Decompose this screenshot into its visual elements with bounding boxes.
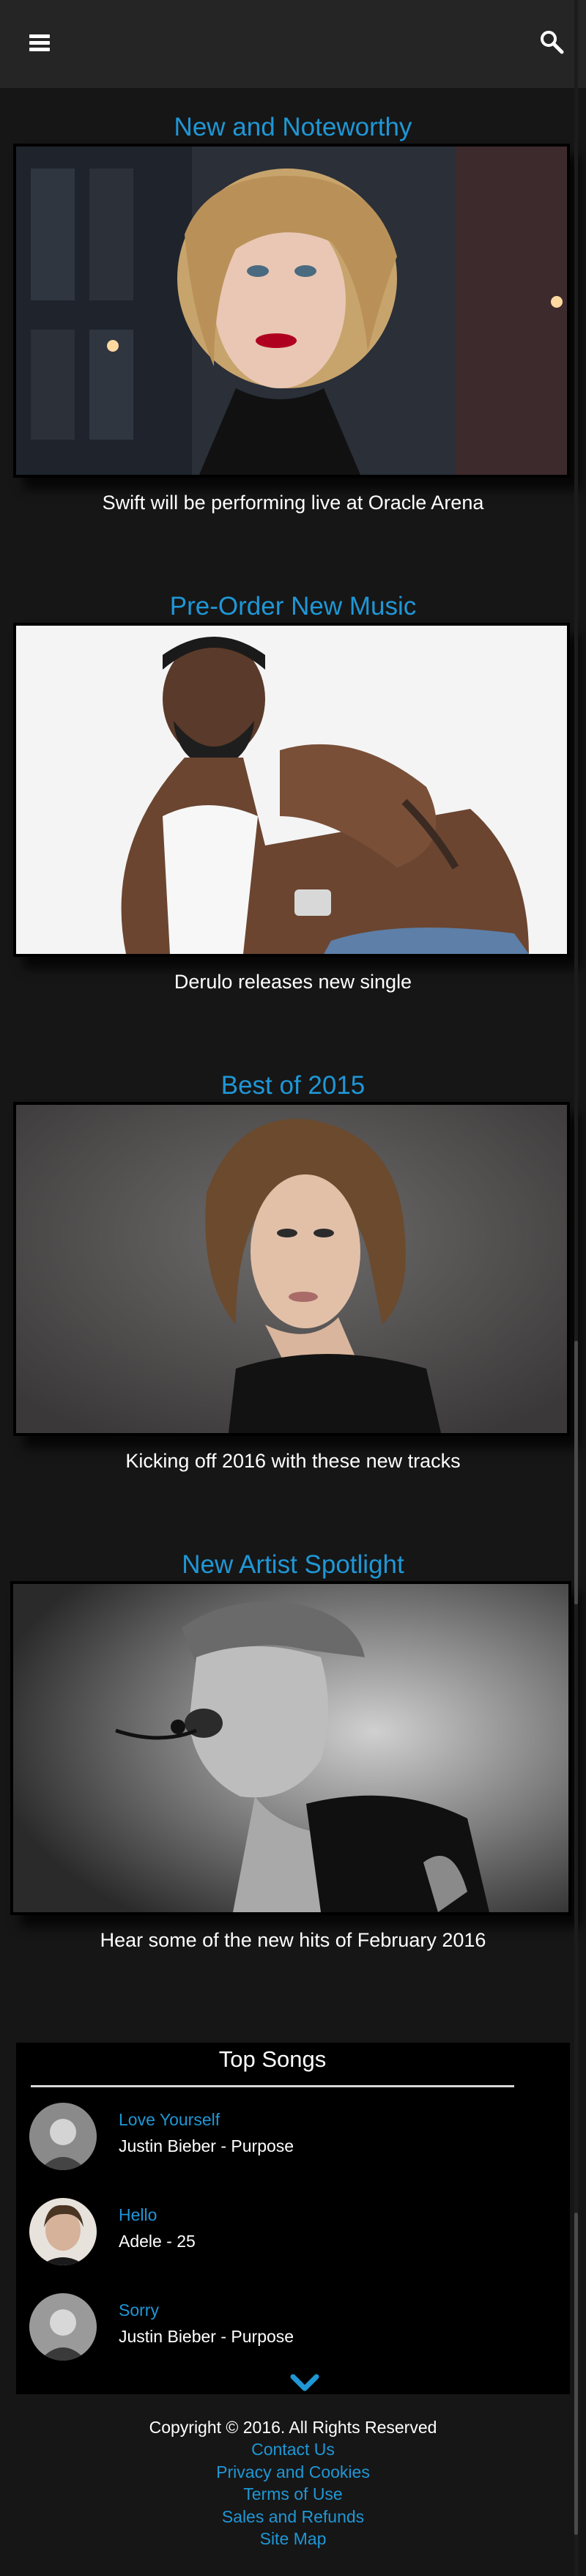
top-bar: [0, 0, 586, 88]
scrollbar-thumb-lower[interactable]: [574, 2213, 578, 2535]
song-title[interactable]: Sorry: [119, 2301, 159, 2320]
chevron-down-icon[interactable]: [290, 2374, 319, 2391]
feature-caption: Hear some of the new hits of February 20…: [100, 1929, 486, 1951]
artist-photo: [13, 1584, 568, 1912]
artist-photo: [16, 1105, 567, 1433]
feature-image[interactable]: [13, 144, 570, 478]
top-songs-heading: Top Songs: [218, 2046, 327, 2072]
song-thumbnail: [29, 2198, 97, 2265]
feature-image[interactable]: [13, 1102, 570, 1436]
footer-link-contact[interactable]: Contact Us: [0, 2438, 586, 2461]
feature-title: Best of 2015: [220, 1071, 366, 1100]
feature-title: New and Noteworthy: [174, 113, 412, 141]
divider: [31, 2085, 514, 2087]
song-artist: Justin Bieber - Purpose: [119, 2136, 294, 2155]
footer-link-sales[interactable]: Sales and Refunds: [0, 2506, 586, 2528]
song-item[interactable]: Love Yourself Justin Bieber - Purpose: [29, 2103, 527, 2173]
menu-icon[interactable]: [29, 34, 50, 52]
artist-photo: [16, 147, 567, 475]
footer: Copyright © 2016. All Rights Reserved Co…: [0, 2410, 586, 2550]
copyright-text: Copyright © 2016. All Rights Reserved: [149, 2418, 437, 2437]
search-icon[interactable]: [539, 29, 564, 54]
song-item[interactable]: Hello Adele - 25: [29, 2198, 527, 2268]
footer-link-privacy[interactable]: Privacy and Cookies: [0, 2461, 586, 2484]
scrollbar-thumb[interactable]: [574, 1341, 578, 1605]
feature-caption: Kicking off 2016 with these new tracks: [125, 1450, 461, 1472]
feature-caption: Swift will be performing live at Oracle …: [102, 492, 484, 514]
song-thumbnail: [29, 2293, 97, 2361]
song-thumbnail: [29, 2103, 97, 2170]
feature-title: Pre-Order New Music: [169, 592, 417, 621]
feature-image[interactable]: [13, 623, 570, 957]
song-item[interactable]: Sorry Justin Bieber - Purpose: [29, 2293, 527, 2364]
footer-link-sitemap[interactable]: Site Map: [0, 2528, 586, 2550]
song-title[interactable]: Love Yourself: [119, 2110, 220, 2130]
top-songs-panel: Top Songs Love Yourself Justin Bieber - …: [16, 2043, 570, 2394]
scrollbar-track[interactable]: [574, 0, 578, 2576]
feature-image[interactable]: [10, 1581, 571, 1915]
song-artist: Justin Bieber - Purpose: [119, 2327, 294, 2346]
song-artist: Adele - 25: [119, 2232, 196, 2251]
feature-caption: Derulo releases new single: [174, 971, 412, 993]
song-title[interactable]: Hello: [119, 2205, 157, 2225]
artist-photo: [16, 626, 567, 954]
feature-title: New Artist Spotlight: [182, 1550, 404, 1579]
footer-link-terms[interactable]: Terms of Use: [0, 2483, 586, 2506]
